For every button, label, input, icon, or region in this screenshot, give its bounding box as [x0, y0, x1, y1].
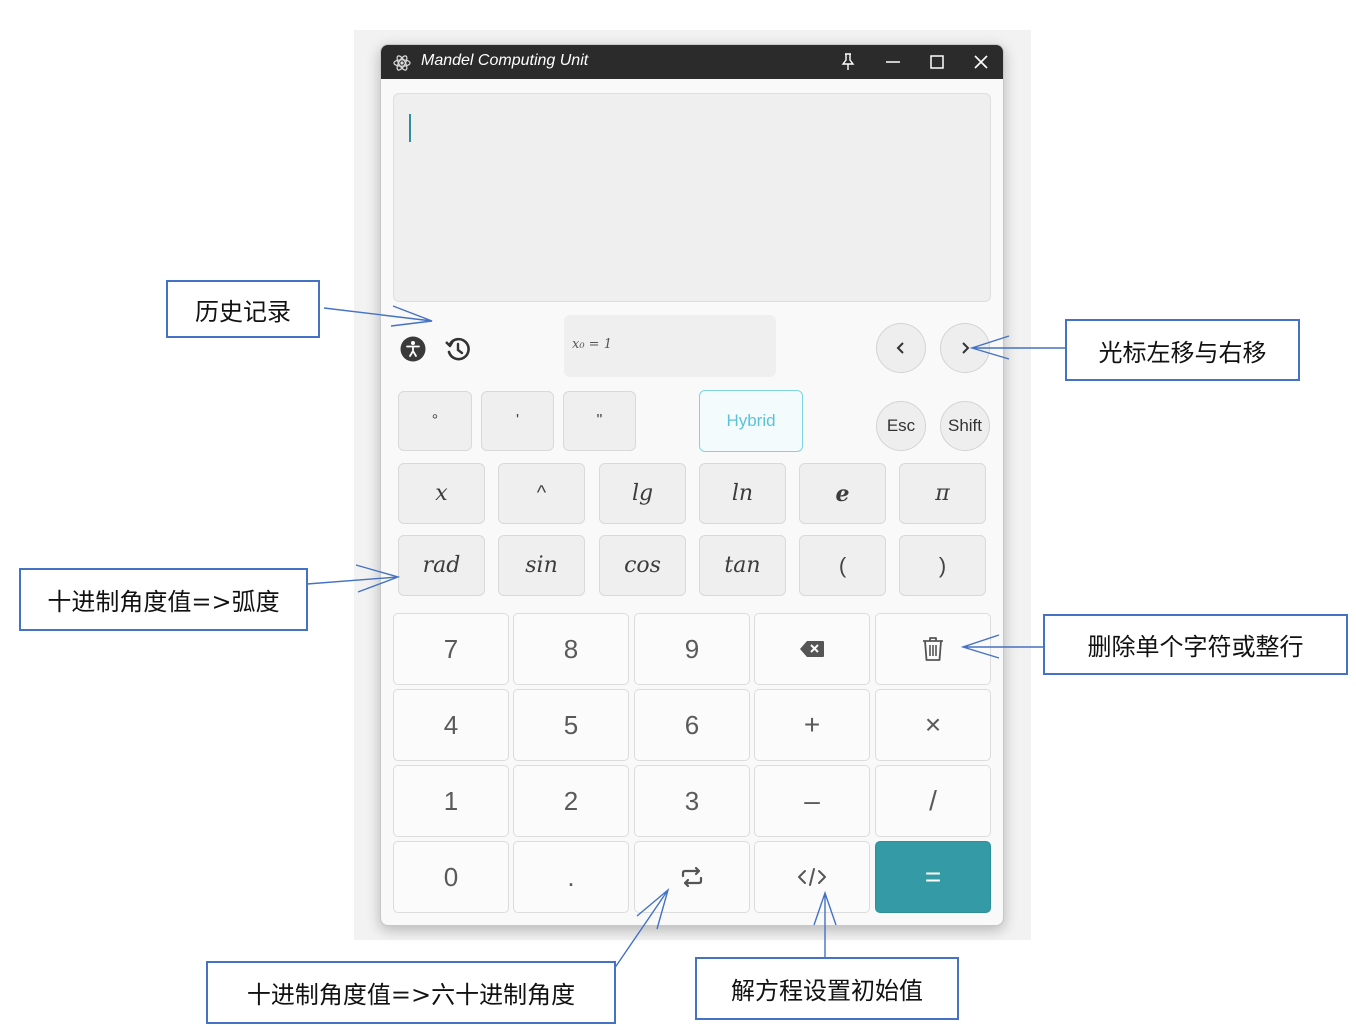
- window-title: Mandel Computing Unit: [421, 52, 589, 69]
- key-0[interactable]: 0: [393, 841, 509, 913]
- history-icon: [445, 337, 470, 361]
- pin-icon: [841, 53, 855, 70]
- esc-button[interactable]: Esc: [876, 401, 926, 451]
- callout-solve: 解方程设置初始值: [695, 957, 959, 1020]
- key-lg[interactable]: lg: [599, 463, 686, 524]
- pin-button[interactable]: [826, 45, 870, 79]
- clear-line-button[interactable]: [875, 613, 991, 685]
- close-icon: [974, 55, 988, 69]
- key-1[interactable]: 1: [393, 765, 509, 837]
- maximize-icon: [930, 55, 944, 69]
- callout-sexagesimal: 十进制角度值=>六十进制角度: [206, 961, 616, 1024]
- trash-icon: [923, 637, 943, 661]
- code-icon: [798, 868, 826, 886]
- hint-text: x₀ = 1: [572, 337, 612, 352]
- convert-icon: [681, 866, 703, 888]
- key-5[interactable]: 5: [513, 689, 629, 761]
- key-divide[interactable]: /: [875, 765, 991, 837]
- cursor-right-icon: [962, 342, 970, 354]
- initial-value-hint: x₀ = 1: [564, 315, 776, 377]
- key-x[interactable]: x: [398, 463, 485, 524]
- text-caret: [409, 114, 411, 142]
- key-power[interactable]: ^: [498, 463, 585, 524]
- solve-initial-value-button[interactable]: [754, 841, 870, 913]
- key-3[interactable]: 3: [634, 765, 750, 837]
- key-8[interactable]: 8: [513, 613, 629, 685]
- key-2[interactable]: 2: [513, 765, 629, 837]
- cursor-left-icon: [896, 342, 904, 354]
- key-open-paren[interactable]: (: [799, 535, 886, 596]
- minute-key[interactable]: ': [481, 391, 554, 451]
- minimize-icon: [886, 61, 900, 63]
- callout-rad: 十进制角度值=>弧度: [19, 568, 308, 631]
- degree-key[interactable]: °: [398, 391, 472, 451]
- shift-button[interactable]: Shift: [940, 401, 990, 451]
- key-cos[interactable]: cos: [599, 535, 686, 596]
- key-9[interactable]: 9: [634, 613, 750, 685]
- key-multiply[interactable]: ×: [875, 689, 991, 761]
- key-6[interactable]: 6: [634, 689, 750, 761]
- key-4[interactable]: 4: [393, 689, 509, 761]
- key-minus[interactable]: –: [754, 765, 870, 837]
- key-ln[interactable]: ln: [699, 463, 786, 524]
- accessibility-icon: [400, 336, 426, 362]
- key-pi[interactable]: π: [899, 463, 986, 524]
- minimize-button[interactable]: [871, 45, 915, 79]
- key-decimal[interactable]: .: [513, 841, 629, 913]
- equals-button[interactable]: =: [875, 841, 991, 913]
- key-e[interactable]: e: [799, 463, 886, 524]
- second-key[interactable]: ": [563, 391, 636, 451]
- key-sin[interactable]: sin: [498, 535, 585, 596]
- key-7[interactable]: 7: [393, 613, 509, 685]
- history-button[interactable]: [443, 334, 473, 364]
- sexagesimal-convert-button[interactable]: [634, 841, 750, 913]
- key-rad[interactable]: rad: [398, 535, 485, 596]
- title-bar[interactable]: Mandel Computing Unit: [381, 45, 1003, 79]
- callout-cursor: 光标左移与右移: [1065, 319, 1300, 381]
- calculator-window: Mandel Computing Unit x₀ = 1 ° ' " Hybri…: [380, 44, 1004, 926]
- maximize-button[interactable]: [915, 45, 959, 79]
- accessibility-button[interactable]: [399, 335, 427, 363]
- cursor-left-button[interactable]: [876, 323, 926, 373]
- key-plus[interactable]: +: [754, 689, 870, 761]
- close-button[interactable]: [959, 45, 1003, 79]
- backspace-button[interactable]: [754, 613, 870, 685]
- key-tan[interactable]: tan: [699, 535, 786, 596]
- callout-history: 历史记录: [166, 280, 320, 338]
- cursor-right-button[interactable]: [940, 323, 990, 373]
- callout-delete: 删除单个字符或整行: [1043, 614, 1348, 675]
- atom-icon: [393, 55, 411, 71]
- key-close-paren[interactable]: ): [899, 535, 986, 596]
- expression-input[interactable]: [393, 93, 991, 302]
- hybrid-mode-toggle[interactable]: Hybrid: [699, 390, 803, 452]
- backspace-icon: [800, 641, 824, 657]
